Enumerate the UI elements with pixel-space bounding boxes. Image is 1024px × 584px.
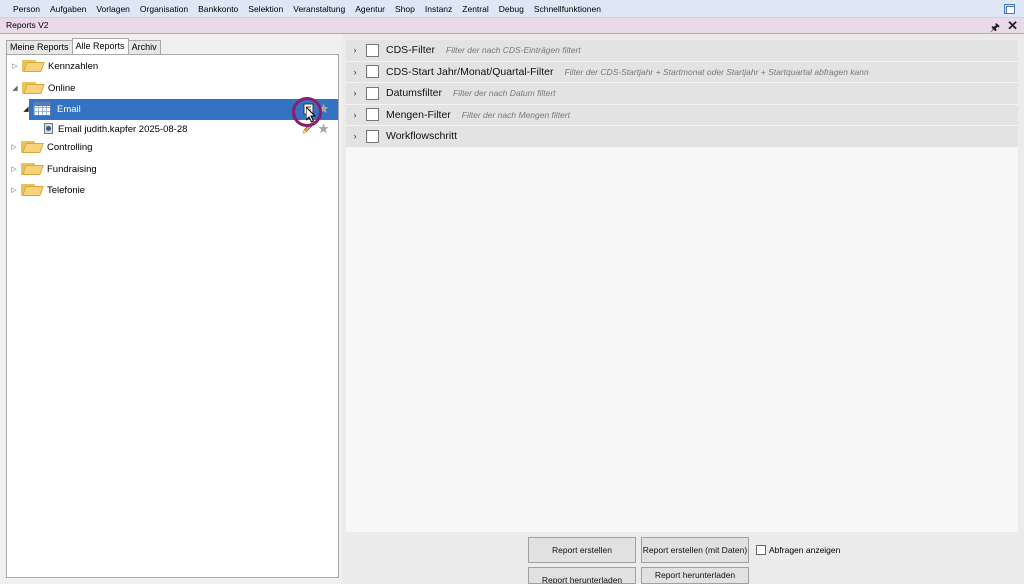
filter-list: › CDS-Filter Filter der nach CDS-Einträg… [346, 40, 1018, 148]
filter-name: Mengen-Filter [386, 108, 451, 121]
menu-shop[interactable]: Shop [390, 0, 420, 18]
filter-row-mengen[interactable]: › Mengen-Filter Filter der nach Mengen f… [346, 104, 1018, 126]
download-report-with-data-button[interactable]: Report herunterladen mit Daten [641, 567, 749, 584]
window-icon[interactable] [1004, 3, 1016, 15]
filter-checkbox[interactable] [366, 129, 379, 143]
chevron-right-icon[interactable]: › [346, 110, 364, 120]
filter-description: Filter der nach CDS-Einträgen filtert [446, 45, 581, 56]
reports-tree-panel: Meine Reports Alle Reports Archiv ▷ Kenn… [0, 34, 342, 584]
download-report-button[interactable]: Report herunterladen [528, 567, 636, 584]
expand-arrow-icon[interactable]: ▷ [9, 186, 19, 194]
tree-node-label: Controlling [47, 141, 93, 153]
tree-node-fundraising[interactable]: ▷ Fundraising [9, 159, 97, 179]
filter-name: Datumsfilter [386, 87, 443, 100]
filter-name: Workflowschritt [386, 130, 457, 143]
menu-bankkonto[interactable]: Bankkonto [193, 0, 243, 18]
collapse-arrow-icon[interactable]: ◢ [21, 105, 31, 113]
filter-checkbox[interactable] [366, 65, 379, 79]
chevron-right-icon[interactable]: › [346, 131, 364, 141]
tree-node-label: Online [48, 82, 76, 94]
chevron-right-icon[interactable]: › [346, 88, 364, 98]
menu-vorlagen[interactable]: Vorlagen [91, 0, 135, 18]
tree-node-kennzahlen[interactable]: ▷ Kennzahlen [10, 56, 98, 76]
window-title: Reports V2 [6, 20, 49, 30]
filter-panel: › CDS-Filter Filter der nach CDS-Einträg… [346, 34, 1024, 584]
show-queries-checkbox[interactable] [756, 545, 766, 555]
tree-node-label: Email judith.kapfer 2025-08-28 [58, 123, 188, 135]
menu-selektion[interactable]: Selektion [243, 0, 288, 18]
tree-node-label: Kennzahlen [48, 60, 99, 72]
tree-node-online[interactable]: ◢ Online [10, 78, 75, 98]
collapse-arrow-icon[interactable]: ◢ [10, 84, 20, 92]
tree-node-email-content[interactable]: ◢ Email [21, 99, 81, 119]
menu-person[interactable]: Person [0, 0, 45, 18]
filter-row-datum[interactable]: › Datumsfilter Filter der nach Datum fil… [346, 83, 1018, 105]
filter-name: CDS-Filter [386, 44, 435, 57]
filter-empty-area [346, 148, 1018, 532]
create-report-button[interactable]: Report erstellen [528, 537, 636, 563]
folder-icon [21, 140, 44, 154]
filter-name: CDS-Start Jahr/Monat/Quartal-Filter [386, 65, 554, 78]
tab-archiv[interactable]: Archiv [127, 40, 161, 54]
filter-description: Filter der CDS-Startjahr + Startmonat od… [564, 66, 869, 77]
menu-zentral[interactable]: Zentral [457, 0, 493, 18]
show-queries-label: Abfragen anzeigen [769, 545, 841, 555]
menu-schnellfunktionen[interactable]: Schnellfunktionen [529, 0, 606, 18]
chevron-right-icon[interactable]: › [346, 45, 364, 55]
filter-description: Filter der nach Mengen filtert [461, 109, 570, 120]
close-icon[interactable]: ✕ [1007, 18, 1018, 34]
tree-node-label: Telefonie [47, 184, 86, 196]
tab-alle-reports[interactable]: Alle Reports [71, 38, 129, 54]
tree-node-email-judith[interactable]: Email judith.kapfer 2025-08-28 [41, 119, 187, 139]
menu-bar: Person Aufgaben Vorlagen Organisation Ba… [0, 0, 1024, 18]
folder-icon [21, 162, 44, 176]
filter-row-cds-start[interactable]: › CDS-Start Jahr/Monat/Quartal-Filter Fi… [346, 61, 1018, 83]
menu-veranstaltung[interactable]: Veranstaltung [288, 0, 350, 18]
tree-node-label: Fundraising [47, 163, 97, 175]
window-titlebar: Reports V2 🖈︎ ✕ [0, 18, 1024, 34]
menu-organisation[interactable]: Organisation [135, 0, 193, 18]
filter-row-cds[interactable]: › CDS-Filter Filter der nach CDS-Einträg… [346, 40, 1018, 62]
filter-checkbox[interactable] [366, 43, 379, 57]
filter-row-workflow[interactable]: › Workflowschritt [346, 126, 1018, 148]
folder-icon [22, 59, 45, 73]
table-icon [33, 102, 51, 116]
star-icon[interactable] [318, 123, 329, 134]
menu-agentur[interactable]: Agentur [350, 0, 390, 18]
create-report-with-data-button[interactable]: Report erstellen (mit Daten) [641, 537, 749, 563]
tree-node-label: Email [57, 103, 81, 115]
mouse-pointer-icon [306, 107, 317, 123]
report-tabs: Meine Reports Alle Reports Archiv [6, 38, 161, 54]
filter-checkbox[interactable] [366, 86, 379, 100]
filter-description: Filter der nach Datum filtert [453, 88, 556, 99]
menu-instanz[interactable]: Instanz [420, 0, 457, 18]
chevron-right-icon[interactable]: › [346, 67, 364, 77]
tree-node-controlling[interactable]: ▷ Controlling [9, 137, 92, 157]
menu-debug[interactable]: Debug [494, 0, 529, 18]
expand-arrow-icon[interactable]: ▷ [10, 62, 20, 70]
folder-icon [21, 183, 44, 197]
report-user-icon [43, 123, 55, 135]
filter-checkbox[interactable] [366, 108, 379, 122]
menu-aufgaben[interactable]: Aufgaben [45, 0, 91, 18]
expand-arrow-icon[interactable]: ▷ [9, 165, 19, 173]
tab-meine-reports[interactable]: Meine Reports [6, 40, 73, 54]
tree-node-telefonie[interactable]: ▷ Telefonie [9, 180, 85, 200]
folder-icon [22, 81, 45, 95]
expand-arrow-icon[interactable]: ▷ [9, 143, 19, 151]
